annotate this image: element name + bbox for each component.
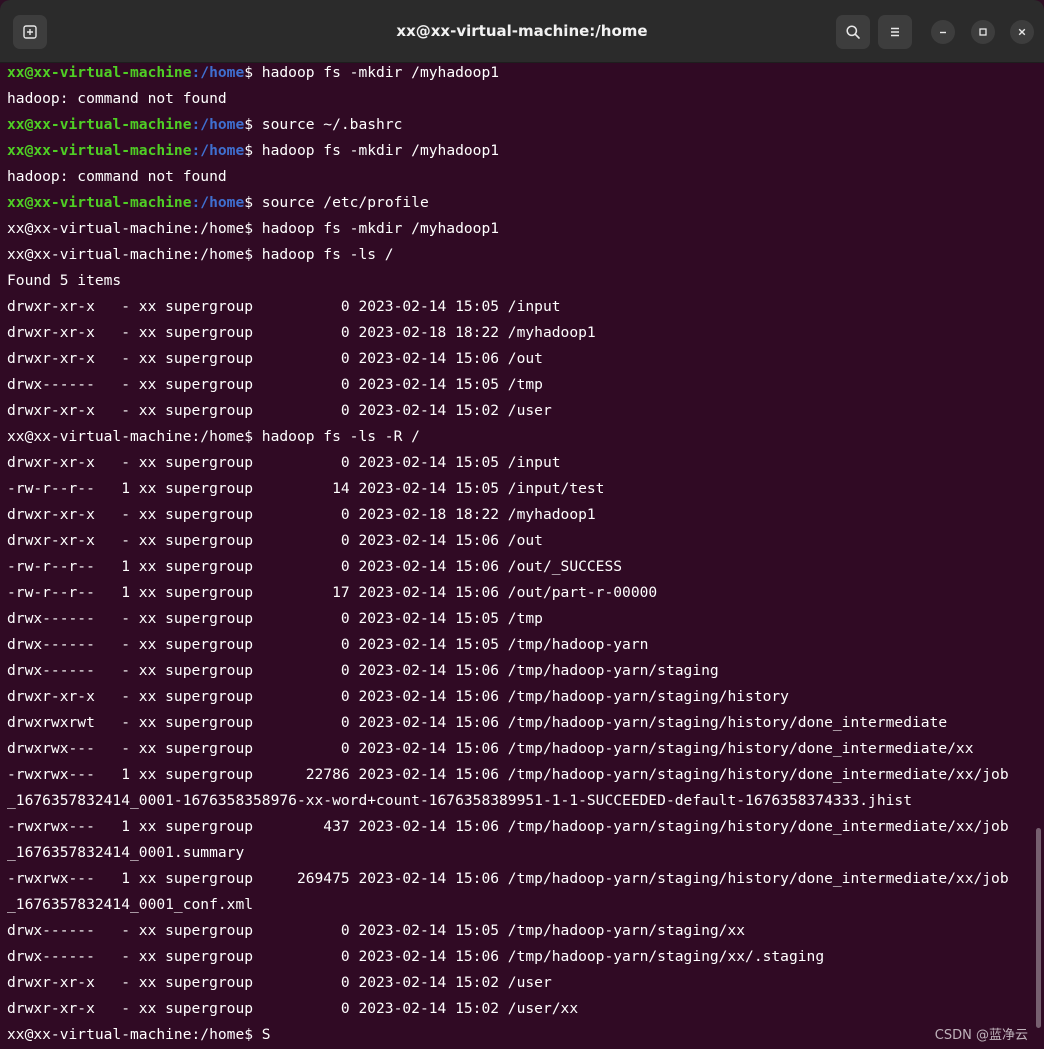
terminal-line: xx@xx-virtual-machine:/home$ S (7, 1022, 1034, 1048)
line-text: drwx------ - xx supergroup 0 2023-02-14 … (7, 376, 543, 393)
menu-button[interactable] (878, 15, 912, 49)
maximize-button[interactable] (971, 20, 995, 44)
terminal-line: drwxr-xr-x - xx supergroup 0 2023-02-14 … (7, 970, 1034, 996)
line-text: drwxr-xr-x - xx supergroup 0 2023-02-14 … (7, 688, 789, 705)
line-text: drwxr-xr-x - xx supergroup 0 2023-02-14 … (7, 350, 543, 367)
line-text: hadoop: command not found (7, 168, 227, 185)
line-text: -rwxrwx--- 1 xx supergroup 437 2023-02-1… (7, 818, 1009, 835)
line-text: drwxr-xr-x - xx supergroup 0 2023-02-14 … (7, 532, 543, 549)
terminal-line: xx@xx-virtual-machine:/home$ source /etc… (7, 190, 1034, 216)
terminal-line: drwxr-xr-x - xx supergroup 0 2023-02-14 … (7, 528, 1034, 554)
search-icon (846, 25, 860, 39)
maximize-icon (979, 28, 987, 36)
terminal-line: xx@xx-virtual-machine:/home$ hadoop fs -… (7, 60, 1034, 86)
terminal-line: -rwxrwx--- 1 xx supergroup 22786 2023-02… (7, 762, 1034, 788)
terminal-line: -rwxrwx--- 1 xx supergroup 269475 2023-0… (7, 866, 1034, 892)
line-text: drwxr-xr-x - xx supergroup 0 2023-02-14 … (7, 454, 561, 471)
terminal-line: drwxr-xr-x - xx supergroup 0 2023-02-14 … (7, 684, 1034, 710)
line-text: drwx------ - xx supergroup 0 2023-02-14 … (7, 948, 825, 965)
minimize-button[interactable] (931, 20, 955, 44)
line-text: xx@xx-virtual-machine:/home$ hadoop fs -… (7, 246, 394, 263)
terminal-line: drwx------ - xx supergroup 0 2023-02-14 … (7, 944, 1034, 970)
prompt-path: :/home (191, 194, 245, 211)
line-text: drwx------ - xx supergroup 0 2023-02-14 … (7, 922, 746, 939)
terminal-line: drwx------ - xx supergroup 0 2023-02-14 … (7, 658, 1034, 684)
line-text: drwxr-xr-x - xx supergroup 0 2023-02-18 … (7, 324, 596, 341)
line-text: drwxr-xr-x - xx supergroup 0 2023-02-18 … (7, 506, 596, 523)
prompt-path: :/home (191, 142, 245, 159)
terminal-line: _1676357832414_0001.summary (7, 840, 1034, 866)
terminal-line: _1676357832414_0001-1676358358976-xx-wor… (7, 788, 1034, 814)
terminal-line: drwx------ - xx supergroup 0 2023-02-14 … (7, 606, 1034, 632)
terminal-line: -rw-r--r-- 1 xx supergroup 17 2023-02-14… (7, 580, 1034, 606)
prompt-user: xx@xx-virtual-machine (7, 194, 192, 211)
prompt-user: xx@xx-virtual-machine (7, 116, 192, 133)
line-text: drwx------ - xx supergroup 0 2023-02-14 … (7, 610, 543, 627)
line-text: drwxr-xr-x - xx supergroup 0 2023-02-14 … (7, 1000, 579, 1017)
prompt-path: :/home (191, 64, 245, 81)
terminal-line: drwx------ - xx supergroup 0 2023-02-14 … (7, 632, 1034, 658)
line-text: drwxr-xr-x - xx supergroup 0 2023-02-14 … (7, 402, 552, 419)
terminal-line: xx@xx-virtual-machine:/home$ hadoop fs -… (7, 424, 1034, 450)
terminal-line: -rwxrwx--- 1 xx supergroup 437 2023-02-1… (7, 814, 1034, 840)
terminal-line: hadoop: command not found (7, 164, 1034, 190)
line-text: -rwxrwx--- 1 xx supergroup 269475 2023-0… (7, 870, 1009, 887)
line-text: drwxrwx--- - xx supergroup 0 2023-02-14 … (7, 740, 974, 757)
terminal-window: xx@xx-virtual-machine:/home xx@xx-virtua… (0, 0, 1044, 1049)
line-text: _1676357832414_0001-1676358358976-xx-wor… (7, 792, 912, 809)
line-text: _1676357832414_0001.summary (7, 844, 245, 861)
line-text: xx@xx-virtual-machine:/home$ hadoop fs -… (7, 428, 420, 445)
line-text: _1676357832414_0001_conf.xml (7, 896, 254, 913)
terminal-line: -rw-r--r-- 1 xx supergroup 14 2023-02-14… (7, 476, 1034, 502)
scrollbar-thumb[interactable] (1036, 828, 1041, 1028)
minimize-icon (940, 31, 946, 34)
prompt-user: xx@xx-virtual-machine (7, 142, 192, 159)
line-text: -rw-r--r-- 1 xx supergroup 14 2023-02-14… (7, 480, 605, 497)
line-text: Found 5 items (7, 272, 122, 289)
terminal-line: drwxr-xr-x - xx supergroup 0 2023-02-14 … (7, 996, 1034, 1022)
terminal-output[interactable]: xx@xx-virtual-machine:/home$ hadoop fs -… (7, 60, 1034, 1049)
terminal-line: drwx------ - xx supergroup 0 2023-02-14 … (7, 372, 1034, 398)
watermark: CSDN @蓝净云 (934, 1028, 1028, 1043)
prompt-path: :/home (191, 116, 245, 133)
terminal-line: drwxr-xr-x - xx supergroup 0 2023-02-14 … (7, 294, 1034, 320)
terminal-line: -rw-r--r-- 1 xx supergroup 0 2023-02-14 … (7, 554, 1034, 580)
terminal-line: drwxr-xr-x - xx supergroup 0 2023-02-14 … (7, 450, 1034, 476)
title-bar: xx@xx-virtual-machine:/home (0, 0, 1044, 63)
terminal-line: _1676357832414_0001_conf.xml (7, 892, 1034, 918)
terminal-line: xx@xx-virtual-machine:/home$ hadoop fs -… (7, 216, 1034, 242)
line-text: hadoop: command not found (7, 90, 227, 107)
line-text: drwxr-xr-x - xx supergroup 0 2023-02-14 … (7, 298, 561, 315)
terminal-line: drwxr-xr-x - xx supergroup 0 2023-02-18 … (7, 502, 1034, 528)
prompt-user: xx@xx-virtual-machine (7, 64, 192, 81)
terminal-line: drwxr-xr-x - xx supergroup 0 2023-02-14 … (7, 398, 1034, 424)
line-text: drwx------ - xx supergroup 0 2023-02-14 … (7, 662, 719, 679)
line-text: drwxrwxrwt - xx supergroup 0 2023-02-14 … (7, 714, 948, 731)
line-text: $ source /etc/profile (244, 194, 429, 211)
line-text: drwx------ - xx supergroup 0 2023-02-14 … (7, 636, 649, 653)
line-text: -rw-r--r-- 1 xx supergroup 0 2023-02-14 … (7, 558, 623, 575)
hamburger-menu-icon (891, 27, 899, 37)
terminal-line: drwxr-xr-x - xx supergroup 0 2023-02-14 … (7, 346, 1034, 372)
line-text: $ hadoop fs -mkdir /myhadoop1 (244, 64, 500, 81)
line-text: xx@xx-virtual-machine:/home$ S (7, 1026, 271, 1043)
terminal-line: drwxr-xr-x - xx supergroup 0 2023-02-18 … (7, 320, 1034, 346)
line-text: -rwxrwx--- 1 xx supergroup 22786 2023-02… (7, 766, 1009, 783)
terminal-line: drwxrwx--- - xx supergroup 0 2023-02-14 … (7, 736, 1034, 762)
terminal-line: drwxrwxrwt - xx supergroup 0 2023-02-14 … (7, 710, 1034, 736)
line-text: $ source ~/.bashrc (244, 116, 403, 133)
close-icon (1018, 28, 1026, 36)
terminal-line: drwx------ - xx supergroup 0 2023-02-14 … (7, 918, 1034, 944)
terminal-line: xx@xx-virtual-machine:/home$ source ~/.b… (7, 112, 1034, 138)
terminal-line: xx@xx-virtual-machine:/home$ hadoop fs -… (7, 138, 1034, 164)
search-button[interactable] (836, 15, 870, 49)
terminal-line: xx@xx-virtual-machine:/home$ hadoop fs -… (7, 242, 1034, 268)
line-text: xx@xx-virtual-machine:/home$ hadoop fs -… (7, 220, 500, 237)
line-text: $ hadoop fs -mkdir /myhadoop1 (244, 142, 500, 159)
close-button[interactable] (1010, 20, 1034, 44)
line-text: -rw-r--r-- 1 xx supergroup 17 2023-02-14… (7, 584, 658, 601)
line-text: drwxr-xr-x - xx supergroup 0 2023-02-14 … (7, 974, 552, 991)
terminal-line: Found 5 items (7, 268, 1034, 294)
terminal-line: hadoop: command not found (7, 86, 1034, 112)
